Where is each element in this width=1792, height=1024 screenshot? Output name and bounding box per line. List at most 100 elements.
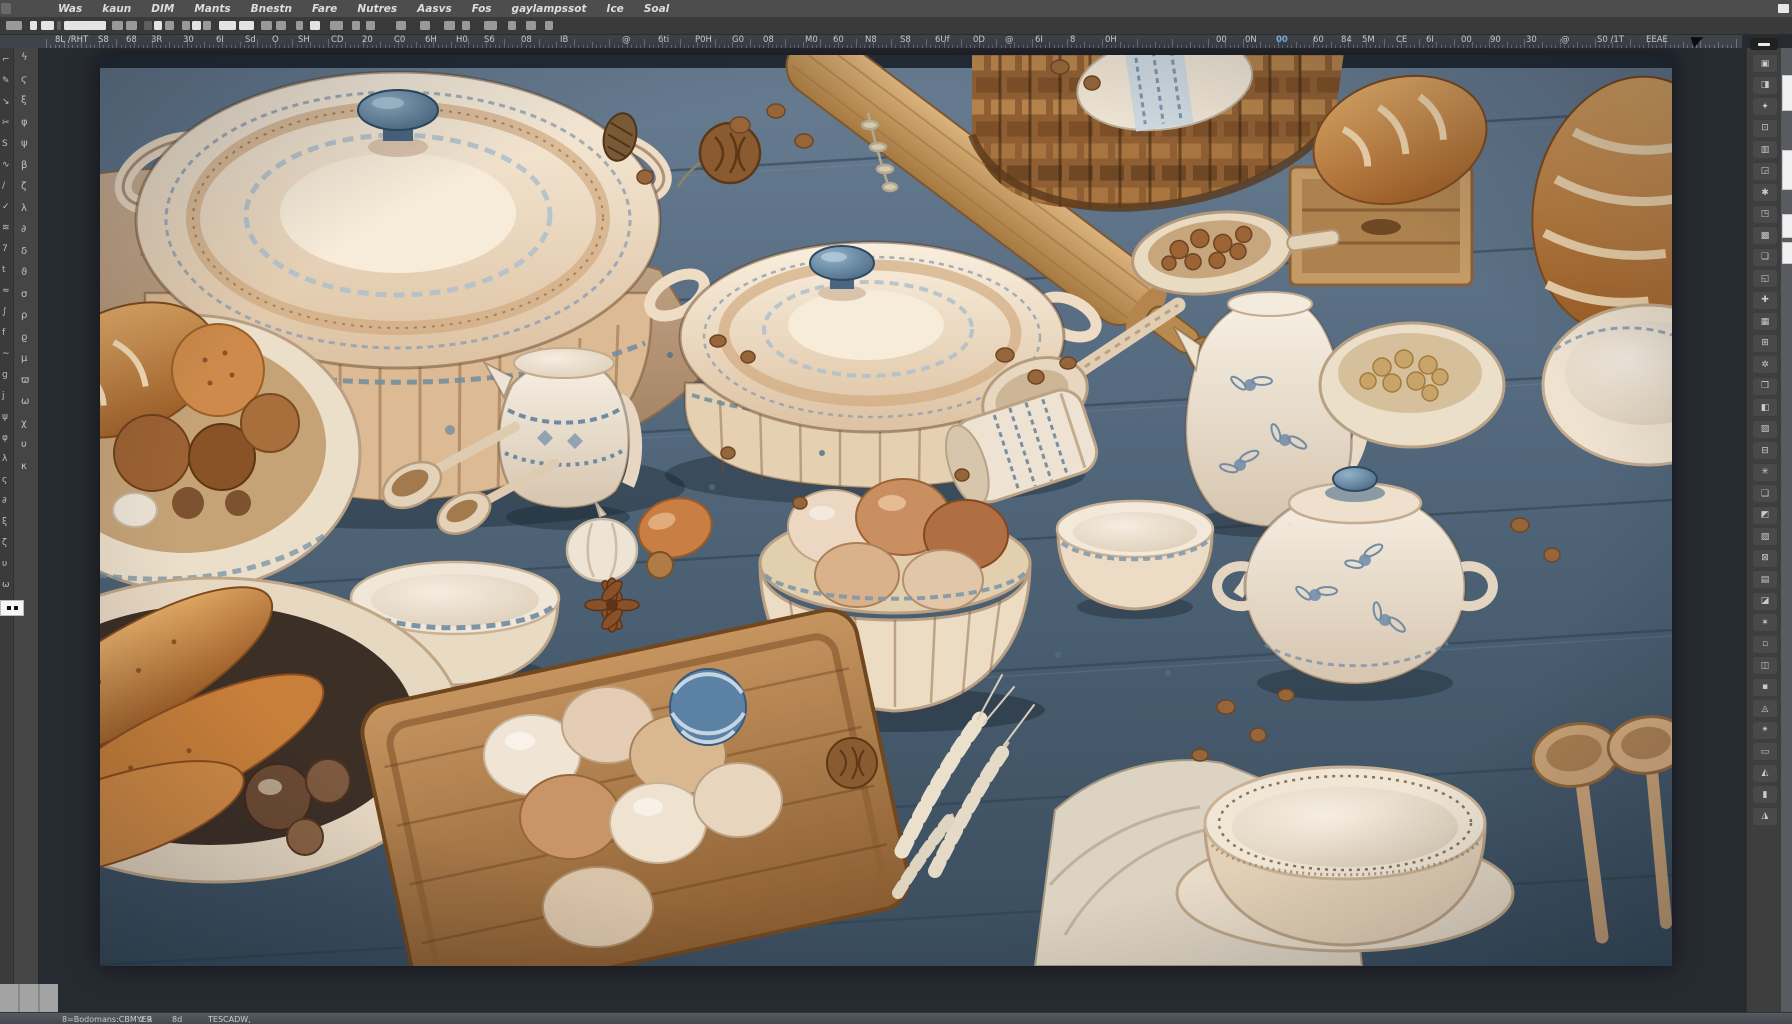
menu-item[interactable]: Fos xyxy=(462,3,502,15)
tool-icon[interactable]: / xyxy=(2,181,5,191)
window-corner-icon[interactable] xyxy=(1778,4,1789,13)
tool-icon[interactable]: ∫ xyxy=(2,307,7,317)
panel-icon[interactable]: ✦ xyxy=(1753,98,1777,115)
menu-item[interactable]: gaylampssot xyxy=(502,3,597,15)
toolbar-icon[interactable] xyxy=(545,21,553,30)
tool-icon[interactable]: β xyxy=(21,161,27,171)
toolbar-icon[interactable] xyxy=(444,21,455,30)
docked-panel-thumbnail[interactable] xyxy=(1782,75,1792,111)
menu-item[interactable]: Soal xyxy=(634,3,679,15)
panel-icon[interactable]: ⊞ xyxy=(1753,335,1777,352)
toolbar-icon[interactable] xyxy=(526,21,536,30)
toolbar-icon[interactable] xyxy=(420,21,430,30)
docked-panel-thumbnail[interactable] xyxy=(1782,150,1792,190)
panel-icon[interactable]: ▫ xyxy=(1753,636,1777,653)
collapse-panels-button[interactable] xyxy=(1750,38,1778,50)
tool-icon[interactable]: j xyxy=(2,391,5,401)
toolbar-icon[interactable] xyxy=(296,21,303,30)
panel-icon[interactable]: ▨ xyxy=(1753,421,1777,438)
panel-icon[interactable]: ▧ xyxy=(1753,528,1777,545)
toolbar-icon[interactable] xyxy=(41,21,54,30)
toolbar-icon[interactable] xyxy=(310,21,320,30)
tool-icon[interactable]: ζ xyxy=(21,182,26,192)
tool-icon[interactable]: ω xyxy=(2,580,10,590)
panel-icon[interactable]: ✚ xyxy=(1753,292,1777,309)
docked-panel-thumbnail[interactable] xyxy=(1782,214,1792,238)
tool-icon[interactable]: 7 xyxy=(2,244,8,254)
toolbar-icon[interactable] xyxy=(276,21,286,30)
tool-icon[interactable]: ψ xyxy=(21,139,28,149)
panel-icon[interactable]: ▦ xyxy=(1753,313,1777,330)
tool-icon[interactable]: φ xyxy=(2,433,8,443)
tool-icon[interactable]: ϖ xyxy=(21,376,29,386)
tool-icon[interactable]: ϱ xyxy=(21,333,27,343)
tool-icon[interactable]: λ xyxy=(2,454,7,464)
tool-icon[interactable]: ζ xyxy=(2,538,7,548)
toolbar-icon[interactable] xyxy=(144,21,152,30)
tool-icon[interactable]: φ xyxy=(21,118,28,128)
toolbar-icon[interactable] xyxy=(366,21,375,30)
tool-icon[interactable]: ψ xyxy=(2,412,8,422)
tool-icon[interactable]: δ xyxy=(21,247,27,257)
panel-icon[interactable]: ◲ xyxy=(1753,163,1777,180)
toolbar-icon[interactable] xyxy=(508,21,516,30)
toolbar-icon[interactable] xyxy=(112,21,123,30)
horizontal-ruler[interactable]: 8L /RHTS8683R306ISdOSHCD20C06HH0S608IB@6… xyxy=(0,35,1742,49)
tool-icon[interactable]: S xyxy=(2,139,8,149)
tool-icon[interactable]: ϑ xyxy=(21,268,27,278)
tool-icon[interactable]: μ xyxy=(21,354,27,364)
panel-icon[interactable]: ◧ xyxy=(1753,399,1777,416)
menu-item[interactable]: Was xyxy=(48,3,92,15)
toolbar-icon[interactable] xyxy=(203,21,211,30)
panel-icon[interactable]: ✳ xyxy=(1753,464,1777,481)
toolbar-icon[interactable] xyxy=(462,21,470,30)
toolbar-icon[interactable] xyxy=(352,21,360,30)
tool-icon[interactable]: ⌐ xyxy=(2,55,10,65)
panel-icon[interactable]: ❏ xyxy=(1753,249,1777,266)
toolbar-icon[interactable] xyxy=(126,21,137,30)
tool-icon[interactable]: ✂ xyxy=(2,118,10,128)
tool-icon[interactable]: χ xyxy=(21,419,27,429)
toolbar-icon[interactable] xyxy=(30,21,37,30)
toolbar-icon[interactable] xyxy=(330,21,343,30)
panel-icon[interactable]: ⊡ xyxy=(1753,120,1777,137)
menu-item[interactable]: Nutres xyxy=(347,3,407,15)
panel-icon[interactable]: ▭ xyxy=(1753,743,1777,760)
panel-icon[interactable]: ⊟ xyxy=(1753,442,1777,459)
panel-icon[interactable]: ▪ xyxy=(1753,679,1777,696)
toolbar-icon[interactable] xyxy=(239,21,254,30)
tool-icon[interactable]: ✎ xyxy=(2,76,10,86)
panel-icon[interactable]: ◭ xyxy=(1753,765,1777,782)
tool-icon[interactable]: υ xyxy=(2,559,7,569)
panel-icon[interactable]: ▣ xyxy=(1753,55,1777,72)
toolbar-icon[interactable] xyxy=(64,21,106,30)
panel-icon[interactable]: ▮ xyxy=(1753,786,1777,803)
panel-icon[interactable]: ✴ xyxy=(1753,722,1777,739)
tool-icon[interactable]: t xyxy=(2,265,6,275)
toolbar-icon[interactable] xyxy=(57,21,61,30)
tool-icon[interactable]: ω xyxy=(21,397,29,407)
toolbar-icon[interactable] xyxy=(154,21,162,30)
tool-icon[interactable]: ∂ xyxy=(2,496,7,506)
panel-icon[interactable]: ❑ xyxy=(1753,485,1777,502)
tool-icon[interactable]: ∂ xyxy=(21,225,26,235)
toolbar-icon[interactable] xyxy=(484,21,497,30)
tool-icon[interactable]: υ xyxy=(21,440,27,450)
menu-item[interactable]: Ice xyxy=(597,3,634,15)
tool-icon[interactable]: ≈ xyxy=(2,286,10,296)
tool-icon[interactable]: ξ xyxy=(2,517,7,527)
panel-icon[interactable]: ◮ xyxy=(1753,808,1777,825)
tool-icon[interactable]: ρ xyxy=(21,311,27,321)
docked-panel-thumbnail[interactable] xyxy=(1782,242,1792,264)
panel-icon[interactable]: ◩ xyxy=(1753,507,1777,524)
tool-icon[interactable]: σ xyxy=(21,290,27,300)
toolbar-icon[interactable] xyxy=(182,21,190,30)
tool-icon[interactable]: κ xyxy=(21,462,27,472)
toolbar-icon[interactable] xyxy=(192,21,201,30)
toolbar-icon[interactable] xyxy=(261,21,272,30)
tool-icon[interactable]: ~ xyxy=(2,349,10,359)
menu-item[interactable]: Mants xyxy=(184,3,240,15)
tool-icon[interactable]: ∿ xyxy=(2,160,10,170)
panel-icon[interactable]: ✲ xyxy=(1753,356,1777,373)
menu-item[interactable]: Fare xyxy=(302,3,347,15)
